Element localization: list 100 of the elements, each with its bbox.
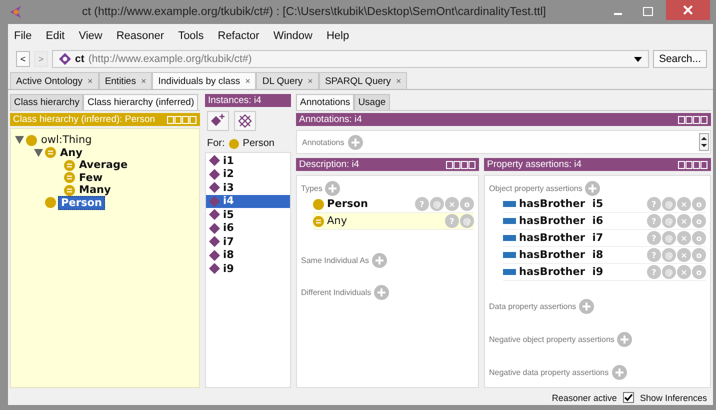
diamond-plus-icon	[210, 114, 226, 128]
tab[interactable]: DL Query ×	[256, 72, 319, 89]
individual-item[interactable]: i4	[206, 194, 290, 208]
class-tree-item[interactable]: Any	[58, 146, 84, 159]
checkbox[interactable]	[622, 392, 634, 403]
back-button[interactable]: <	[16, 51, 30, 67]
tab-close-button[interactable]: ×	[88, 76, 93, 86]
menu-item[interactable]: Edit	[46, 30, 65, 42]
view-controls-icon[interactable]	[678, 160, 708, 168]
tab[interactable]: Class hierarchy (inferred)	[83, 94, 198, 110]
object-property-icon	[503, 252, 516, 258]
app-logo-icon	[8, 4, 24, 20]
tab[interactable]: Entities ×	[98, 72, 152, 89]
object-property-icon	[503, 218, 516, 224]
individual-item[interactable]: i8	[206, 248, 290, 262]
section-label: Data property assertions	[489, 302, 576, 310]
tab-close-button[interactable]: ×	[308, 76, 313, 86]
individual-item[interactable]: i1	[206, 154, 290, 168]
section-label: Same Individual As	[301, 256, 370, 264]
individual-icon	[209, 209, 220, 220]
individual-item[interactable]: i2	[206, 168, 290, 181]
expand-icon[interactable]	[34, 148, 43, 157]
type-label: Any	[327, 215, 348, 227]
panel-header: Instances: i4	[205, 94, 291, 107]
view-controls-icon[interactable]	[678, 116, 708, 124]
menu-item[interactable]: Reasoner	[116, 30, 164, 42]
individual-icon	[209, 236, 220, 248]
class-tree-item[interactable]: Person	[58, 196, 105, 210]
tab[interactable]: SPARQL Query ×	[318, 72, 408, 89]
individual-item[interactable]: i9	[206, 262, 290, 276]
individual-icon	[209, 168, 220, 180]
ontology-name: ct	[75, 53, 84, 65]
class-icon	[228, 138, 239, 148]
defined-class-icon	[45, 147, 56, 158]
object-property-icon	[503, 269, 516, 275]
section-label: Negative object property assertions	[489, 334, 614, 344]
crossed-diamond-icon	[238, 114, 252, 128]
menu-item[interactable]: View	[78, 30, 102, 42]
scroll-arrows-icon[interactable]	[699, 133, 709, 151]
object-property-icon	[503, 201, 516, 207]
tab[interactable]: Annotations	[296, 94, 354, 110]
individual-icon	[209, 250, 220, 261]
tab-close-button[interactable]: ×	[245, 76, 250, 86]
tab-close-button[interactable]: ×	[396, 76, 402, 86]
defined-class-icon	[64, 160, 75, 171]
class-tree-item[interactable]: Average	[77, 159, 130, 172]
individual-icon	[209, 182, 220, 194]
defined-class-icon	[313, 216, 324, 226]
menu-item[interactable]: Window	[273, 30, 312, 42]
class-icon	[45, 197, 56, 208]
individual-item[interactable]: i6	[206, 222, 290, 235]
class-tree-item[interactable]: owl:Thing	[39, 134, 94, 146]
section-label: Object property assertions	[489, 184, 582, 192]
defined-class-icon	[64, 184, 75, 196]
menu-item[interactable]: Refactor	[218, 30, 260, 42]
dropdown-icon[interactable]	[634, 56, 642, 62]
property-assertion: hasBrother i5	[519, 198, 604, 210]
tab[interactable]: Class hierarchy	[10, 94, 84, 110]
object-property-icon	[503, 235, 516, 241]
search-button[interactable]: Search...	[652, 50, 707, 68]
tab-close-button[interactable]: ×	[140, 76, 146, 86]
class-tree-item[interactable]: Few	[77, 172, 105, 184]
menu-item[interactable]: File	[14, 30, 32, 42]
menu-item[interactable]: Tools	[178, 30, 204, 42]
individual-item[interactable]: i3	[206, 181, 290, 194]
section-label: Negative data property assertions	[489, 368, 609, 376]
class-icon	[26, 134, 37, 146]
close-icon[interactable]	[666, 0, 710, 20]
add-individual-button[interactable]	[207, 111, 229, 131]
section-label: Annotations	[302, 138, 344, 146]
class-tree-item[interactable]: Many	[77, 184, 113, 196]
ontology-address-field[interactable]: ct (http://www.example.org/tkubik/ct#)	[52, 50, 649, 68]
tab-label: Individuals by class	[158, 76, 240, 86]
individual-icon	[209, 196, 220, 207]
window-title: ct (http://www.example.org/tkubik/ct#) : [C:\Users\tkubik\Desktop\SemOnt\cardinalityTest.ttl]	[81, 6, 547, 18]
for-class: Person	[242, 138, 274, 149]
view-controls-icon[interactable]	[446, 160, 476, 168]
property-assertion: hasBrother i8	[519, 249, 604, 261]
individual-item[interactable]: i5	[206, 208, 290, 222]
ontology-iri: (http://www.example.org/tkubik/ct#)	[88, 53, 252, 65]
panel-title: Property assertions: i4	[487, 159, 582, 170]
individual-item[interactable]: i7	[206, 235, 290, 248]
individual-icon	[209, 222, 220, 234]
tab-label: Entities	[104, 76, 136, 86]
for-label: For:	[207, 138, 225, 149]
type-label: Person	[327, 198, 368, 210]
tab-label: Active Ontology	[16, 76, 83, 86]
expand-icon[interactable]	[15, 136, 24, 144]
class-icon	[313, 198, 324, 210]
property-assertion: hasBrother i6	[519, 215, 604, 227]
panel-title: Class hierarchy (inferred): Person	[13, 114, 156, 125]
tab[interactable]: Individuals by class ×	[152, 72, 256, 89]
defined-class-icon	[64, 172, 75, 184]
tab-label: SPARQL Query	[324, 76, 391, 86]
delete-individual-button[interactable]	[234, 111, 256, 131]
property-assertion: hasBrother i7	[519, 232, 604, 244]
tab[interactable]: Usage	[354, 94, 390, 110]
tab-label: DL Query	[262, 76, 303, 86]
menu-item[interactable]: Help	[326, 30, 350, 42]
tab[interactable]: Active Ontology ×	[10, 72, 99, 89]
